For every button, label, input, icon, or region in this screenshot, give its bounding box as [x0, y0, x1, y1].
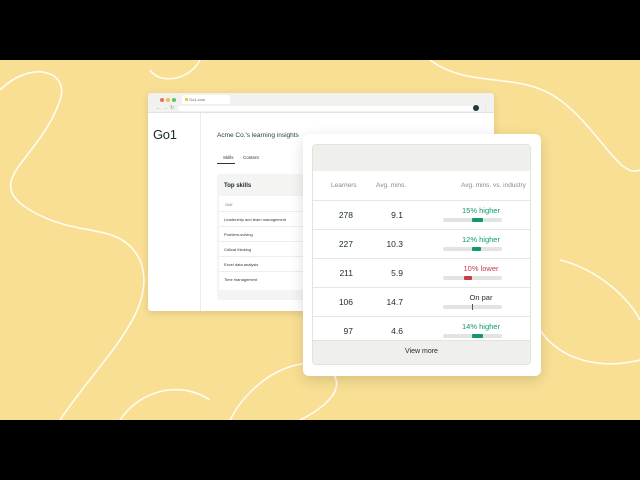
learners-value: 278 — [338, 210, 353, 220]
comparison-bar — [443, 334, 502, 338]
avg-mins-value: 14.7 — [386, 297, 403, 307]
browser-tab-title: Go1.com — [189, 97, 206, 102]
skill-label: Problem-solving — [224, 232, 253, 237]
forward-arrow-icon[interactable]: → — [163, 105, 168, 112]
close-window-dot[interactable] — [160, 98, 164, 102]
table-row[interactable]: 278 9.1 15% higher — [313, 200, 530, 229]
tab-skills[interactable]: Skills — [223, 155, 234, 160]
top-skills-title: Top skills — [224, 183, 252, 189]
par-marker — [472, 304, 473, 310]
industry-comparison-label: 12% higher — [462, 235, 500, 244]
table-row[interactable]: 106 14.7 On par — [313, 287, 530, 316]
skill-column-header: Skill — [225, 202, 233, 207]
comparison-bar — [443, 304, 502, 310]
industry-comparison-label: On par — [469, 293, 493, 302]
learners-value: 227 — [338, 239, 353, 249]
skill-label: Excel data analysis — [224, 262, 259, 267]
table-top-band — [313, 145, 530, 171]
browser-chrome: Go1.com ← → ↻ ⋮ — [148, 93, 494, 113]
avg-mins-value: 4.6 — [391, 326, 403, 336]
industry-comparison-label: 14% higher — [462, 322, 500, 331]
tab-content[interactable]: Content — [243, 155, 259, 160]
avg-mins-column-header: Avg. mins. — [376, 182, 407, 189]
table-row[interactable]: 211 5.9 10% lower — [313, 258, 530, 287]
learners-value: 106 — [338, 297, 353, 307]
avg-mins-value: 5.9 — [391, 268, 403, 278]
table-row[interactable]: 227 10.3 12% higher — [313, 229, 530, 258]
learner-stats-card: Learners Avg. mins. Avg. mins. vs. indus… — [303, 134, 541, 376]
skill-label: Time management — [224, 277, 258, 282]
go1-logo[interactable]: Go1 — [153, 127, 177, 142]
insights-tabs: Skills Content — [217, 153, 297, 165]
address-bar[interactable] — [178, 106, 474, 111]
reload-icon[interactable]: ↻ — [170, 105, 174, 112]
learners-column-header: Learners — [331, 182, 357, 189]
browser-menu-icon[interactable]: ⋮ — [483, 105, 488, 111]
maximize-window-dot[interactable] — [172, 98, 176, 102]
browser-nav-row: ← → ↻ ⋮ — [148, 105, 494, 113]
comparison-fill — [472, 247, 481, 251]
comparison-bar — [443, 247, 502, 251]
hero-background: Go1.com ← → ↻ ⋮ Go1 Acme Co.'s learning … — [0, 60, 640, 420]
app-sidebar: Go1 — [148, 113, 201, 311]
skill-label: Critical thinking — [224, 247, 252, 252]
avg-mins-value: 10.3 — [386, 239, 403, 249]
industry-comparison-label: 15% higher — [462, 206, 500, 215]
active-tab-indicator — [217, 163, 235, 164]
industry-column-header: Avg. mins. vs. industry — [461, 182, 526, 189]
view-more-button[interactable]: View more — [313, 348, 530, 355]
profile-avatar-icon[interactable] — [473, 105, 479, 111]
learners-value: 211 — [339, 268, 353, 278]
browser-tab[interactable]: Go1.com — [182, 95, 230, 104]
learners-value: 97 — [343, 326, 353, 336]
learner-stats-table: Learners Avg. mins. Avg. mins. vs. indus… — [312, 144, 531, 365]
comparison-bar — [443, 218, 502, 222]
comparison-fill — [472, 334, 483, 338]
favicon-icon — [185, 98, 188, 101]
comparison-fill — [472, 218, 483, 222]
comparison-bar — [443, 276, 502, 280]
avg-mins-value: 9.1 — [391, 210, 403, 220]
minimize-window-dot[interactable] — [166, 98, 170, 102]
comparison-fill — [464, 276, 472, 280]
page-title: Acme Co.'s learning insights — [217, 132, 299, 139]
back-arrow-icon[interactable]: ← — [156, 105, 161, 112]
skill-label: Leadership and team management — [224, 217, 287, 222]
table-footer: View more — [313, 340, 530, 364]
industry-comparison-label: 10% lower — [463, 264, 499, 273]
